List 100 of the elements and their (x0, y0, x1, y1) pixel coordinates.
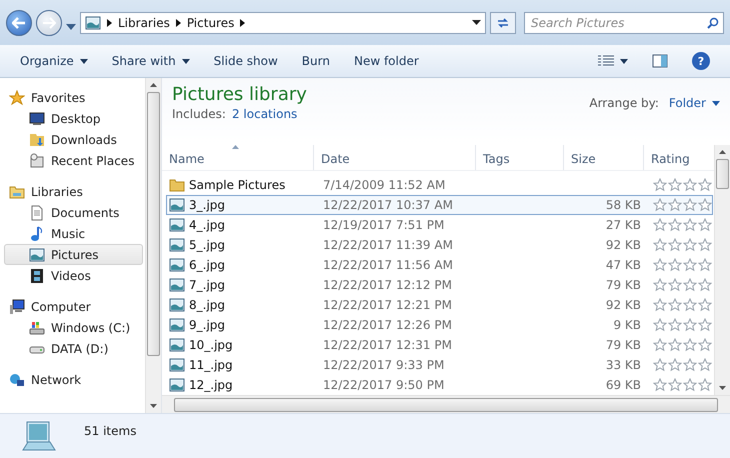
network-icon (9, 372, 25, 388)
nav-item[interactable]: Desktop (4, 108, 143, 129)
file-size: 79 KB (606, 278, 641, 292)
star-icon (668, 218, 682, 232)
file-row[interactable]: 11_.jpg 12/22/2017 9:33 PM 33 KB (166, 354, 713, 375)
film-icon (29, 268, 45, 284)
file-row[interactable]: 12_.jpg 12/22/2017 9:50 PM 69 KB (166, 374, 713, 395)
arrange-dropdown[interactable]: Folder (668, 96, 720, 110)
scroll-down-icon[interactable] (719, 386, 726, 390)
nav-item[interactable]: Documents (4, 202, 143, 223)
download-folder-icon (29, 132, 45, 148)
caret-icon (620, 58, 628, 64)
nav-item[interactable]: Recent Places (4, 150, 143, 171)
file-size: 69 KB (606, 378, 641, 392)
breadcrumb[interactable]: Libraries (118, 16, 170, 30)
file-name: 8_.jpg (189, 298, 226, 312)
file-name: 9_.jpg (189, 318, 226, 332)
star-icon (683, 218, 697, 232)
scroll-up-icon[interactable] (719, 150, 726, 154)
scroll-thumb[interactable] (174, 398, 718, 412)
star-icon (683, 338, 697, 352)
nav-section[interactable]: Computer (4, 296, 143, 317)
file-name: 5_.jpg (189, 238, 226, 252)
file-size: 92 KB (606, 238, 641, 252)
file-date: 12/22/2017 12:31 PM (322, 338, 453, 352)
file-size: 47 KB (606, 258, 641, 272)
nav-item[interactable]: Videos (4, 265, 143, 286)
star-icon (668, 258, 682, 272)
toolbar-button[interactable]: Slide show (204, 50, 288, 72)
item-count: 51 items (84, 423, 136, 440)
nav-section[interactable]: Libraries (4, 181, 143, 202)
file-date: 12/22/2017 12:26 PM (322, 318, 453, 332)
nav-item[interactable]: DATA (D:) (4, 338, 143, 359)
file-row[interactable]: Sample Pictures 7/14/2009 11:52 AM (166, 174, 713, 195)
file-row[interactable]: 10_.jpg 12/22/2017 12:31 PM 79 KB (166, 334, 713, 355)
star-icon (653, 178, 667, 192)
file-date: 12/22/2017 12:21 PM (322, 298, 453, 312)
star-icon (683, 278, 697, 292)
file-name: 3_.jpg (189, 198, 226, 212)
star-icon (698, 218, 712, 232)
dropdown-icon[interactable] (472, 20, 481, 25)
toolbar-button[interactable]: Share with (102, 50, 200, 72)
computer-icon (9, 298, 25, 314)
star-icon (653, 378, 667, 392)
toolbar-button[interactable]: Organize (10, 50, 98, 72)
file-name: Sample Pictures (189, 178, 286, 192)
breadcrumb[interactable]: Pictures (186, 16, 234, 30)
image-file-icon (169, 236, 185, 253)
nav-item[interactable]: Music (4, 223, 143, 244)
forward-button[interactable] (36, 10, 62, 36)
star-icon (683, 178, 697, 192)
file-row[interactable]: 5_.jpg 12/22/2017 11:39 AM 92 KB (166, 234, 713, 255)
scroll-thumb[interactable] (147, 92, 160, 356)
system-drive-icon (29, 320, 45, 336)
chevron-icon (176, 18, 181, 26)
file-row[interactable]: 8_.jpg 12/22/2017 12:21 PM 92 KB (166, 294, 713, 315)
star-icon (698, 338, 712, 352)
scroll-up-icon[interactable] (150, 83, 157, 87)
back-button[interactable] (6, 10, 32, 36)
sort-arrow-icon (232, 145, 239, 149)
file-row[interactable]: 6_.jpg 12/22/2017 11:56 AM 47 KB (166, 254, 713, 275)
star-icon (9, 90, 25, 106)
star-icon (653, 278, 667, 292)
arrange-label: Arrange by: (589, 96, 659, 110)
nav-item[interactable]: Pictures (4, 244, 143, 265)
star-icon (653, 358, 667, 372)
nav-section[interactable]: Network (4, 369, 143, 390)
file-row[interactable]: 3_.jpg 12/22/2017 10:37 AM 58 KB (166, 194, 713, 215)
star-icon (698, 358, 712, 372)
list-view-icon (598, 55, 614, 67)
star-icon (698, 178, 712, 192)
horizontal-scrollbar[interactable] (162, 395, 730, 413)
file-row[interactable]: 7_.jpg 12/22/2017 12:12 PM 79 KB (166, 274, 713, 295)
star-icon (698, 318, 712, 332)
pane-icon (652, 54, 668, 68)
scroll-thumb[interactable] (716, 159, 729, 189)
file-size: 27 KB (606, 218, 641, 232)
image-file-icon (169, 316, 185, 333)
star-icon (698, 298, 712, 312)
file-row[interactable]: 9_.jpg 12/22/2017 12:26 PM 9 KB (166, 314, 713, 335)
refresh-button[interactable] (490, 12, 516, 34)
toolbar-button[interactable]: Burn (292, 50, 340, 72)
scrollbar[interactable] (145, 78, 161, 413)
folder-icon (169, 176, 185, 193)
file-row[interactable]: 4_.jpg 12/19/2017 7:51 PM 27 KB (166, 214, 713, 235)
star-icon (653, 338, 667, 352)
star-icon (683, 318, 697, 332)
file-name: 11_.jpg (189, 358, 233, 372)
nav-item[interactable]: Windows (C:) (4, 317, 143, 338)
star-icon (668, 238, 682, 252)
nav-section[interactable]: Favorites (4, 87, 143, 108)
toolbar-button[interactable]: New folder (344, 50, 429, 72)
scroll-down-icon[interactable] (150, 404, 157, 408)
search-field[interactable]: Search Pictures (524, 12, 724, 34)
locations-link[interactable]: 2 locations (232, 107, 298, 121)
star-icon (668, 358, 682, 372)
nav-item[interactable]: Downloads (4, 129, 143, 150)
help-button[interactable]: ? (682, 48, 720, 74)
address-bar[interactable]: Libraries Pictures (80, 12, 486, 34)
scrollbar[interactable] (714, 145, 730, 395)
